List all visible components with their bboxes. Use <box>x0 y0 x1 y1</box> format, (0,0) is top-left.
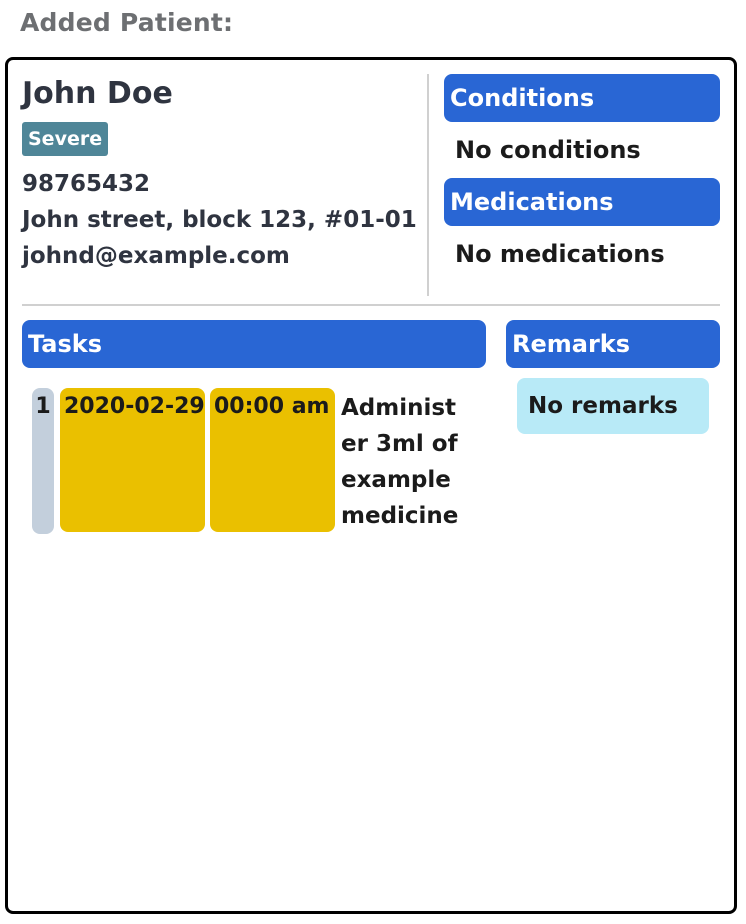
remarks-empty-text: No remarks <box>517 378 709 434</box>
conditions-empty-text: No conditions <box>455 136 641 164</box>
horizontal-divider <box>22 304 720 306</box>
task-date: 2020-02-29 <box>60 388 205 532</box>
patient-address: John street, block 123, #01-01 <box>22 207 417 233</box>
patient-phone: 98765432 <box>22 171 151 197</box>
patient-email: johnd@example.com <box>22 243 290 269</box>
remarks-section: Remarks No remarks <box>506 320 720 434</box>
patient-card: John Doe Severe 98765432 John street, bl… <box>5 57 737 914</box>
patient-info: John Doe Severe 98765432 John street, bl… <box>22 76 422 274</box>
page-heading: Added Patient: <box>20 8 234 37</box>
task-row[interactable]: 1 2020-02-29 00:00 am Administer 3ml of … <box>32 388 486 534</box>
task-description: Administer 3ml of example medicine <box>341 395 459 529</box>
conditions-medications-panel: Conditions No conditions Medications No … <box>444 74 720 282</box>
vertical-divider <box>427 74 429 296</box>
medications-header: Medications <box>444 178 720 226</box>
remarks-header: Remarks <box>506 320 720 368</box>
tasks-section: Tasks 1 2020-02-29 00:00 am Administer 3… <box>22 320 486 534</box>
patient-name: John Doe <box>22 76 173 111</box>
conditions-header: Conditions <box>444 74 720 122</box>
task-time: 00:00 am <box>210 388 335 532</box>
medications-empty-text: No medications <box>455 240 665 268</box>
severity-badge: Severe <box>22 122 109 156</box>
task-index: 1 <box>32 388 54 534</box>
tasks-header: Tasks <box>22 320 486 368</box>
